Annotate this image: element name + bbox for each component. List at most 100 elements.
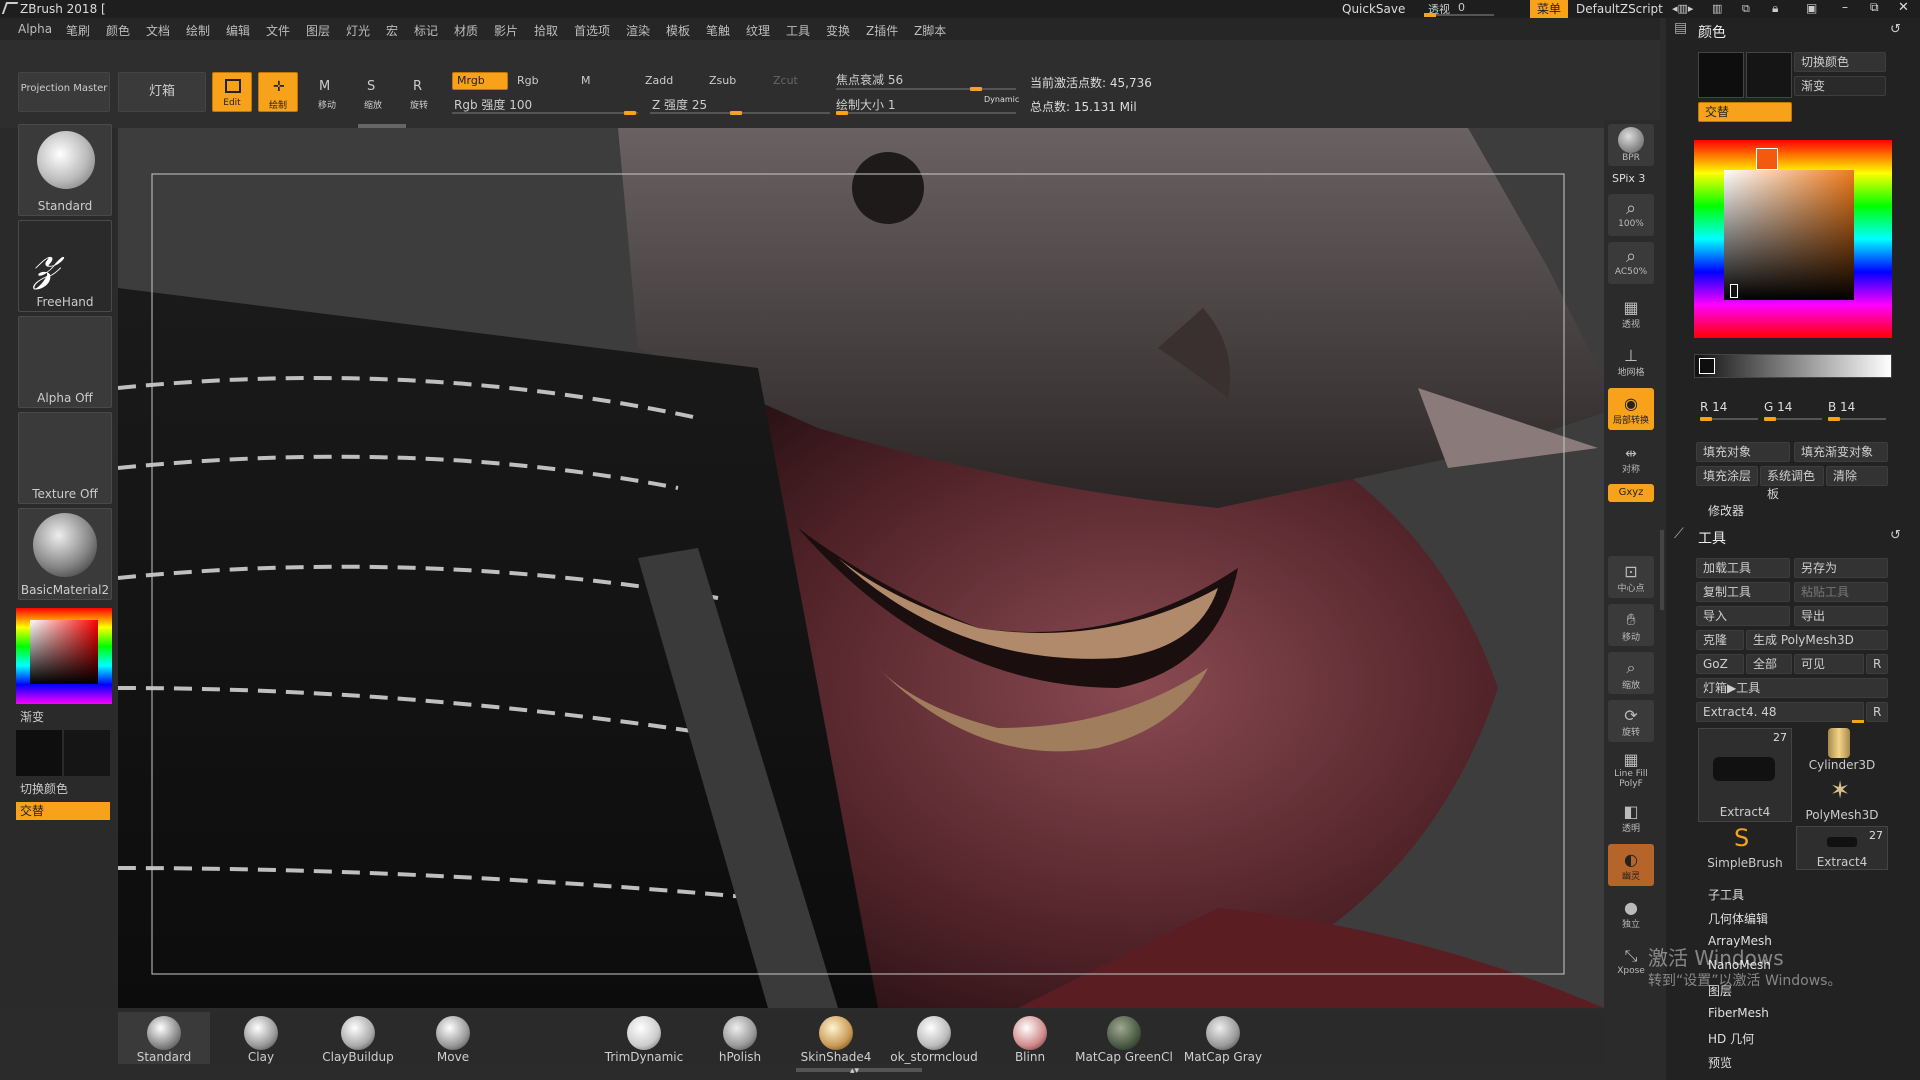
m-button[interactable]: M: [576, 72, 632, 90]
left-switch-color-button[interactable]: 切换颜色: [20, 780, 68, 797]
symmetry-button[interactable]: ⇹ 对称: [1608, 440, 1654, 482]
menu-stroke[interactable]: 笔触: [706, 22, 730, 39]
extract-slider[interactable]: Extract4. 48: [1696, 702, 1864, 722]
goz-all-button[interactable]: 全部: [1746, 654, 1792, 674]
restore-icon[interactable]: ⧉: [1870, 0, 1879, 15]
expand-arrow-icon[interactable]: ▴▾: [850, 1066, 859, 1076]
rp-secondary-color-swatch[interactable]: [1746, 52, 1792, 98]
lightbox-tool-button[interactable]: 灯箱▶工具: [1696, 678, 1888, 698]
fill-object-button[interactable]: 填充对象: [1696, 442, 1790, 462]
alpha-selector[interactable]: Alpha Off: [18, 316, 112, 408]
goz-visible-button[interactable]: 可见: [1794, 654, 1864, 674]
rgb-intensity-label[interactable]: Rgb 强度 100: [454, 96, 532, 113]
transp-button[interactable]: ◧ 透明: [1608, 796, 1654, 838]
close-icon[interactable]: ✕: [1898, 0, 1909, 15]
document-canvas[interactable]: [118, 128, 1604, 1008]
transparency-slider[interactable]: [1424, 13, 1494, 17]
menu-draw[interactable]: 绘制: [186, 22, 210, 39]
persp-button[interactable]: ▦ 透视: [1608, 290, 1654, 332]
lock-icon-2[interactable]: ▣: [1806, 1, 1817, 15]
reset-icon[interactable]: ↺: [1890, 22, 1901, 37]
geometry-section[interactable]: 几何体编辑: [1708, 910, 1768, 927]
paste-tool-button[interactable]: 粘贴工具: [1794, 582, 1888, 602]
tool-thumb-cylinder3d[interactable]: Cylinder3D: [1796, 728, 1888, 772]
bottom-brush-clay[interactable]: Clay: [222, 1012, 300, 1064]
window-icon[interactable]: ⧉: [1742, 2, 1750, 16]
bpr-render-button[interactable]: BPR: [1608, 124, 1654, 166]
menu-render[interactable]: 渲染: [626, 22, 650, 39]
panel-collapse-handle[interactable]: [1660, 530, 1664, 610]
zoom100-button[interactable]: ⌕ 100%: [1608, 194, 1654, 236]
zsub-button[interactable]: Zsub: [704, 72, 764, 90]
ghost-button[interactable]: ◐ 幽灵: [1608, 844, 1654, 886]
brush-selector[interactable]: Standard: [18, 124, 112, 216]
spix-label[interactable]: SPix 3: [1612, 172, 1645, 185]
b-value[interactable]: B 14: [1828, 400, 1855, 414]
secondary-color-swatch[interactable]: [64, 730, 110, 776]
tool-pin-icon[interactable]: ⟋: [1674, 526, 1684, 542]
r-slider[interactable]: [1700, 417, 1758, 421]
fill-layer-button[interactable]: 填充涂层: [1696, 466, 1758, 486]
palette-grid-icon[interactable]: ▤: [1674, 20, 1687, 36]
quicksave-button[interactable]: QuickSave: [1342, 2, 1405, 16]
z-intensity-label[interactable]: Z 强度 25: [652, 96, 707, 113]
menu-color[interactable]: 颜色: [106, 22, 130, 39]
save-as-button[interactable]: 另存为: [1794, 558, 1888, 578]
transparency-value[interactable]: 0: [1458, 1, 1465, 14]
bottom-material-skinshade4[interactable]: SkinShade4: [790, 1012, 882, 1064]
menu-transform[interactable]: 变换: [826, 22, 850, 39]
zcut-button[interactable]: Zcut: [768, 72, 828, 90]
menu-texture[interactable]: 纹理: [746, 22, 770, 39]
sv-marker[interactable]: [1730, 284, 1738, 298]
focal-shift-label[interactable]: 焦点衰减 56: [836, 71, 903, 88]
menu-toggle-button[interactable]: 菜单: [1530, 0, 1568, 18]
tool-thumb-simplebrush[interactable]: S SimpleBrush: [1698, 824, 1792, 870]
g-value[interactable]: G 14: [1764, 400, 1792, 414]
fill-gradient-button[interactable]: 填充渐变对象: [1794, 442, 1888, 462]
rp-alternate-button[interactable]: 交替: [1698, 102, 1792, 122]
left-color-picker[interactable]: [16, 608, 112, 704]
extract-r-button[interactable]: R: [1866, 702, 1888, 722]
rp-main-color-swatch[interactable]: [1698, 52, 1744, 98]
modifiers-label[interactable]: 修改器: [1708, 502, 1744, 519]
subtool-section[interactable]: 子工具: [1708, 886, 1744, 903]
menu-macro[interactable]: 宏: [386, 22, 398, 39]
bottom-brush-move[interactable]: Move: [414, 1012, 492, 1064]
load-tool-button[interactable]: 加载工具: [1696, 558, 1790, 578]
menu-preferences[interactable]: 首选项: [574, 22, 610, 39]
preview-section[interactable]: 预览: [1708, 1054, 1732, 1071]
local-button[interactable]: ◉ 局部转换: [1608, 388, 1654, 430]
copy-tool-button[interactable]: 复制工具: [1696, 582, 1790, 602]
rp-gradient-button[interactable]: 渐变: [1794, 76, 1886, 96]
main-color-swatch[interactable]: [16, 730, 62, 776]
menu-zplugin[interactable]: Z插件: [866, 22, 898, 39]
clone-button[interactable]: 克隆: [1696, 630, 1744, 650]
menu-layer[interactable]: 图层: [306, 22, 330, 39]
menu-file[interactable]: 文件: [266, 22, 290, 39]
bottom-brush-trimdynamic[interactable]: TrimDynamic: [596, 1012, 692, 1064]
bottom-material-gray[interactable]: MatCap Gray: [1178, 1012, 1268, 1064]
sculpt-render[interactable]: [118, 128, 1604, 1008]
clear-button[interactable]: 清除: [1826, 466, 1888, 486]
material-selector[interactable]: BasicMaterial2: [18, 508, 112, 600]
lightbox-button[interactable]: 灯箱: [118, 72, 206, 112]
hd-geometry-section[interactable]: HD 几何: [1708, 1030, 1754, 1047]
menu-edit[interactable]: 编辑: [226, 22, 250, 39]
tool-palette-title[interactable]: 工具: [1698, 528, 1726, 548]
fibermesh-section[interactable]: FiberMesh: [1708, 1006, 1769, 1020]
z-intensity-slider[interactable]: [650, 111, 830, 115]
menu-brush[interactable]: 笔刷: [66, 22, 90, 39]
bottom-material-stormcloud[interactable]: ok_stormcloud: [884, 1012, 984, 1064]
rotate-view-button[interactable]: ⟳ 旋转: [1608, 700, 1654, 742]
projection-master-button[interactable]: Projection Master: [18, 72, 110, 112]
r-value[interactable]: R 14: [1700, 400, 1727, 414]
mrgb-button[interactable]: Mrgb: [452, 72, 508, 90]
frame-button[interactable]: ⊡ 中心点: [1608, 556, 1654, 598]
move-mode-button[interactable]: M 移动: [306, 72, 348, 112]
solo-button[interactable]: ● 独立: [1608, 892, 1654, 934]
color-palette-title[interactable]: 颜色: [1698, 22, 1726, 42]
bottom-brush-hpolish[interactable]: hPolish: [700, 1012, 780, 1064]
bottom-brush-claybuildup[interactable]: ClayBuildup: [312, 1012, 404, 1064]
system-palette-button[interactable]: 系统调色板: [1760, 466, 1824, 501]
edit-button[interactable]: Edit: [212, 72, 252, 112]
